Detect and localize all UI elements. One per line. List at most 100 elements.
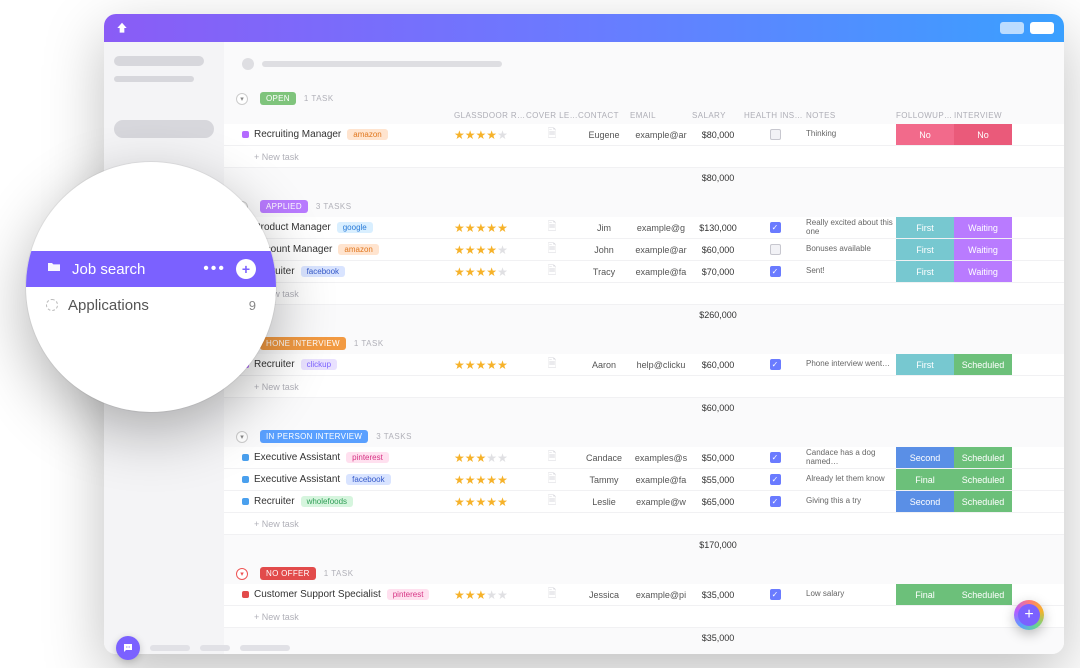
insurance-checkbox[interactable]: ✓ [770,359,781,370]
document-icon[interactable]: 🗎 [548,448,557,467]
insurance-checkbox[interactable]: ✓ [770,589,781,600]
document-icon[interactable]: 🗎 [548,262,557,281]
company-tag[interactable]: google [337,222,373,233]
new-task-button[interactable]: + New task [224,513,1064,535]
table-row[interactable]: Recruiter clickup ★★★★★ 🗎 Aaron help@cli… [224,354,1064,376]
insurance-checkbox[interactable]: ✓ [770,266,781,277]
star-icon: ★ [454,452,465,464]
footer-placeholder [240,645,290,651]
status-chip[interactable]: First [896,261,954,282]
document-icon[interactable]: 🗎 [548,585,557,604]
status-chip[interactable]: First [896,354,954,375]
sidebar-item-applications[interactable]: Applications 9 [26,287,276,323]
status-chip[interactable]: Scheduled [954,491,1012,512]
star-icon: ★ [465,589,476,601]
add-icon[interactable]: + [236,259,256,279]
task-title[interactable]: Recruiter [254,359,295,370]
contact-cell: Leslie [578,497,630,507]
company-tag[interactable]: facebook [346,474,390,485]
company-tag[interactable]: pinterest [387,589,430,600]
group-status-pill[interactable]: HONE INTERVIEW [260,337,346,350]
status-chip[interactable]: Scheduled [954,584,1012,605]
insurance-checkbox[interactable]: ✓ [770,222,781,233]
company-tag[interactable]: clickup [301,359,337,370]
table-row[interactable]: Customer Support Specialist pinterest ★★… [224,584,1064,606]
task-title[interactable]: Recruiting Manager [254,129,341,140]
more-icon[interactable]: ••• [203,260,226,278]
status-chip[interactable]: Waiting [954,239,1012,260]
company-tag[interactable]: amazon [338,244,378,255]
status-chip[interactable]: No [896,124,954,145]
new-task-button[interactable]: + New task [224,146,1064,168]
new-task-fab[interactable]: + [1014,600,1044,630]
collapse-toggle-icon[interactable]: ▾ [236,568,248,580]
table-row[interactable]: Account Manager amazon ★★★★★ 🗎 John exam… [224,239,1064,261]
contact-cell: John [578,245,630,255]
document-icon[interactable]: 🗎 [548,218,557,237]
table-row[interactable]: Executive Assistant facebook ★★★★★ 🗎 Tam… [224,469,1064,491]
status-chip[interactable]: Scheduled [954,447,1012,468]
company-tag[interactable]: amazon [347,129,387,140]
insurance-checkbox[interactable] [770,129,781,140]
star-icon: ★ [486,266,497,278]
insurance-checkbox[interactable]: ✓ [770,474,781,485]
group-status-pill[interactable]: NO OFFER [260,567,316,580]
company-tag[interactable]: facebook [301,266,345,277]
status-chip[interactable]: Waiting [954,217,1012,238]
status-chip[interactable]: Final [896,469,954,490]
new-task-button[interactable]: + New task [224,283,1064,305]
status-chip[interactable]: First [896,217,954,238]
star-icon: ★ [465,452,476,464]
insurance-checkbox[interactable]: ✓ [770,496,781,507]
window-controls [1000,22,1054,34]
table-row[interactable]: Product Manager google ★★★★★ 🗎 Jim examp… [224,217,1064,239]
status-chip[interactable]: Scheduled [954,354,1012,375]
notes-cell: Candace has a dog named… [806,449,896,467]
status-chip[interactable]: Second [896,491,954,512]
status-dot-icon [242,454,249,461]
table-row[interactable]: Recruiting Manager amazon ★★★★★ 🗎 Eugene… [224,124,1064,146]
status-chip[interactable]: Waiting [954,261,1012,282]
document-icon[interactable]: 🗎 [548,125,557,144]
group-status-pill[interactable]: IN PERSON INTERVIEW [260,430,368,443]
document-icon[interactable]: 🗎 [548,240,557,259]
document-icon[interactable]: 🗎 [548,492,557,511]
task-title-cell: Executive Assistant pinterest [254,452,454,463]
salary-cell: $60,000 [692,360,744,370]
new-task-button[interactable]: + New task [224,376,1064,398]
sidebar-item-job-search[interactable]: Job search ••• + [26,251,276,287]
status-chip[interactable]: Second [896,447,954,468]
document-icon[interactable]: 🗎 [548,355,557,374]
document-icon[interactable]: 🗎 [548,470,557,489]
status-chip[interactable]: First [896,239,954,260]
group-status-pill[interactable]: OPEN [260,92,296,105]
new-task-button[interactable]: + New task [224,606,1064,628]
insurance-checkbox[interactable] [770,244,781,255]
chat-icon[interactable] [116,636,140,660]
window-max-icon[interactable] [1030,22,1054,34]
group-status-pill[interactable]: APPLIED [260,200,308,213]
status-chip[interactable]: Scheduled [954,469,1012,490]
collapse-toggle-icon[interactable]: ▾ [236,93,248,105]
column-label: HEALTH INSURANCE [744,111,806,120]
sidebar-search-placeholder[interactable] [114,120,214,138]
window-min-icon[interactable] [1000,22,1024,34]
insurance-checkbox[interactable]: ✓ [770,452,781,463]
company-tag[interactable]: wholefoods [301,496,353,507]
collapse-toggle-icon[interactable]: ▾ [236,431,248,443]
table-row[interactable]: Recruiter wholefoods ★★★★★ 🗎 Leslie exam… [224,491,1064,513]
task-title[interactable]: Customer Support Specialist [254,589,381,600]
salary-cell: $80,000 [692,130,744,140]
status-chip[interactable]: No [954,124,1012,145]
column-label: FOLLOWUP SENT [896,111,954,120]
company-tag[interactable]: pinterest [346,452,389,463]
table-row[interactable]: Recruiter facebook ★★★★★ 🗎 Tracy example… [224,261,1064,283]
zoom-overlay: Job search ••• + Applications 9 [26,162,276,412]
status-chip[interactable]: Final [896,584,954,605]
task-title[interactable]: Executive Assistant [254,452,340,463]
task-title[interactable]: Product Manager [254,222,331,233]
star-icon: ★ [497,474,508,486]
task-title[interactable]: Recruiter [254,496,295,507]
table-row[interactable]: Executive Assistant pinterest ★★★★★ 🗎 Ca… [224,447,1064,469]
task-title[interactable]: Executive Assistant [254,474,340,485]
